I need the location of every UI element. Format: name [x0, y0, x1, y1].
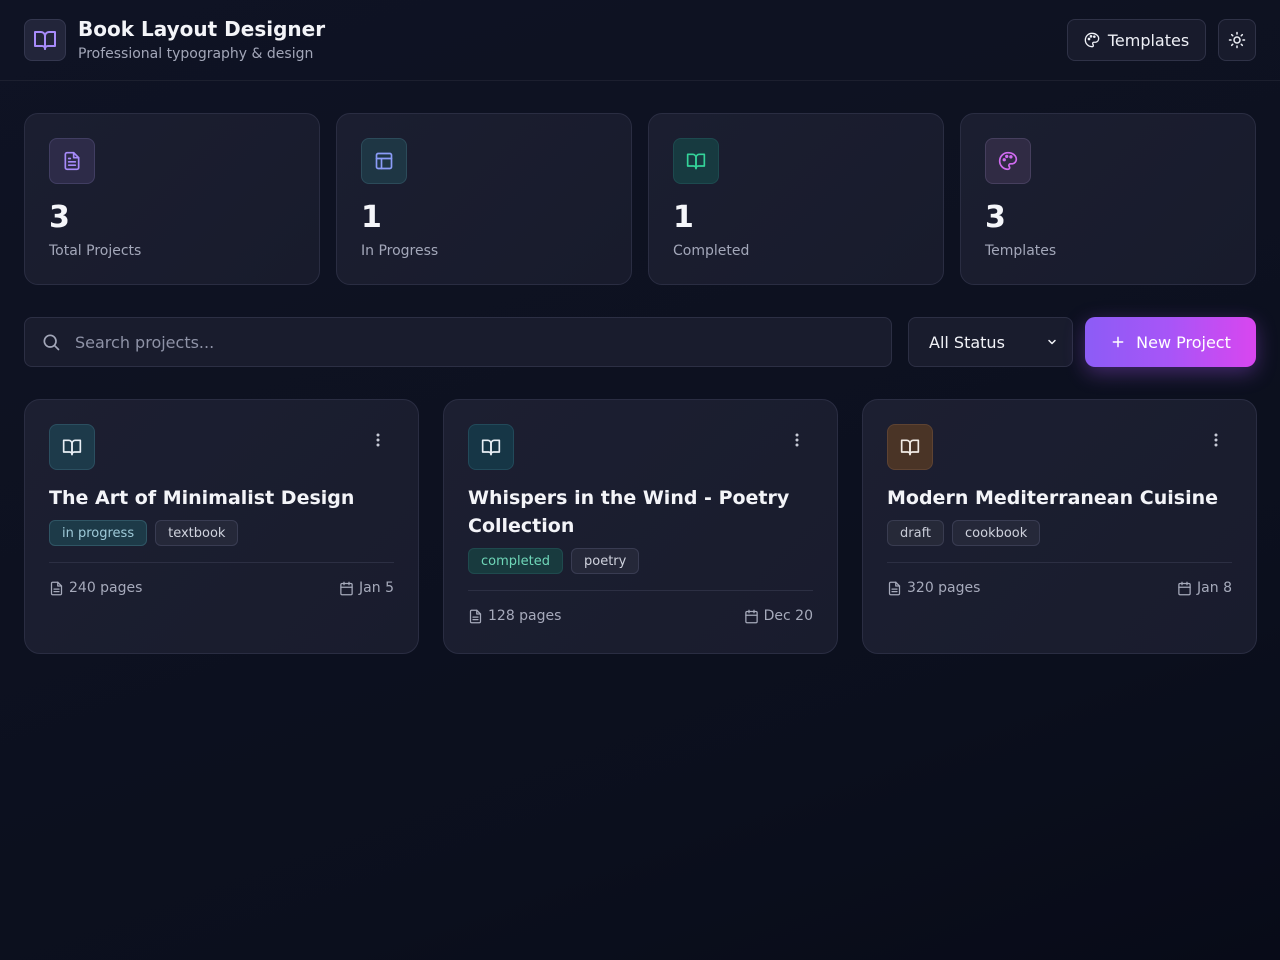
project-title[interactable]: Modern Mediterranean Cuisine: [887, 484, 1232, 512]
book-open-icon: [686, 153, 706, 170]
calendar-icon: [340, 581, 353, 595]
project-date-text: Dec 20: [763, 608, 813, 624]
stat-value: 1: [361, 200, 382, 235]
more-vertical-icon: [376, 433, 380, 447]
book-open-icon: [900, 439, 920, 456]
stat-value: 1: [673, 200, 694, 235]
stat-icon-box: [985, 138, 1031, 184]
stat-label: In Progress: [361, 243, 439, 259]
book-open-icon: [34, 31, 56, 50]
stat-label: Templates: [985, 243, 1057, 259]
search-input[interactable]: [75, 332, 835, 352]
new-project-label: New Project: [1136, 332, 1231, 352]
page-count: 320 pages: [887, 580, 980, 596]
file-icon: [888, 581, 901, 595]
project-card[interactable]: The Art of Minimalist Design in progress…: [24, 399, 419, 654]
search-icon: [43, 334, 60, 351]
app-subtitle: Professional typography & design: [78, 46, 314, 62]
type-badge: poetry: [570, 548, 640, 574]
more-vertical-icon: [795, 433, 799, 447]
calendar-icon: [744, 609, 758, 623]
page-count-text: 128 pages: [488, 608, 562, 624]
type-badge: textbook: [155, 520, 239, 546]
card-divider: [49, 562, 394, 563]
more-options-button[interactable]: [789, 430, 805, 450]
palette-icon: [1084, 32, 1100, 48]
project-date-text: Jan 8: [1197, 580, 1232, 596]
file-icon: [469, 609, 482, 623]
sun-icon: [1228, 31, 1246, 49]
calendar-icon: [1178, 581, 1191, 595]
chevron-down-icon: [1048, 339, 1056, 345]
card-divider: [887, 562, 1232, 563]
app-title: Book Layout Designer: [78, 17, 326, 41]
stat-icon-box: [361, 138, 407, 184]
palette-icon: [998, 151, 1018, 171]
search-box[interactable]: [24, 317, 892, 367]
stat-value: 3: [985, 200, 1006, 235]
layout-icon: [375, 152, 393, 170]
project-card[interactable]: Modern Mediterranean Cuisine draft cookb…: [862, 399, 1257, 654]
status-badge: in progress: [49, 520, 148, 546]
more-vertical-icon: [1214, 433, 1218, 447]
templates-button[interactable]: Templates: [1067, 19, 1206, 61]
project-date: Jan 8: [1177, 580, 1232, 596]
stat-value: 3: [49, 200, 70, 235]
theme-toggle-button[interactable]: [1218, 19, 1256, 61]
more-options-button[interactable]: [370, 430, 386, 450]
app-header: Book Layout Designer Professional typogr…: [0, 0, 1280, 81]
page-count: 240 pages: [49, 580, 142, 596]
book-open-icon: [481, 439, 501, 456]
project-card[interactable]: Whispers in the Wind - Poetry Collection…: [443, 399, 838, 654]
file-text-icon: [64, 151, 80, 171]
project-icon-box: [468, 424, 514, 470]
stat-card-in-progress: 1 In Progress: [336, 113, 632, 285]
stat-icon-box: [49, 138, 95, 184]
project-title[interactable]: Whispers in the Wind - Poetry Collection: [468, 484, 813, 540]
plus-icon: [1112, 336, 1124, 348]
stat-card-templates: 3 Templates: [960, 113, 1256, 285]
templates-button-label: Templates: [1107, 30, 1190, 50]
status-filter-value: All Status: [929, 332, 1005, 352]
stat-icon-box: [673, 138, 719, 184]
status-filter-select[interactable]: All Status: [908, 317, 1073, 367]
type-badge: cookbook: [952, 520, 1041, 546]
project-title[interactable]: The Art of Minimalist Design: [49, 484, 394, 512]
more-options-button[interactable]: [1208, 430, 1224, 450]
page-count-text: 320 pages: [907, 580, 981, 596]
project-grid: The Art of Minimalist Design in progress…: [24, 399, 1257, 654]
stat-label: Total Projects: [49, 243, 142, 259]
logo: [24, 19, 66, 61]
book-open-icon: [62, 439, 82, 456]
file-icon: [50, 581, 63, 595]
project-date: Jan 5: [339, 580, 394, 596]
page-count-text: 240 pages: [69, 580, 143, 596]
project-date-text: Jan 5: [359, 580, 394, 596]
toolbar: All Status New Project: [24, 317, 1256, 367]
project-icon-box: [49, 424, 95, 470]
stat-card-total-projects: 3 Total Projects: [24, 113, 320, 285]
card-divider: [468, 590, 813, 591]
project-icon-box: [887, 424, 933, 470]
project-date: Dec 20: [744, 608, 813, 624]
new-project-button[interactable]: New Project: [1085, 317, 1256, 367]
stats-row: 3 Total Projects 1 In Progress 1 Complet…: [24, 113, 1256, 285]
stat-label: Completed: [673, 243, 750, 259]
status-badge: draft: [887, 520, 945, 546]
status-badge: completed: [468, 548, 563, 574]
page-count: 128 pages: [468, 608, 561, 624]
stat-card-completed: 1 Completed: [648, 113, 944, 285]
